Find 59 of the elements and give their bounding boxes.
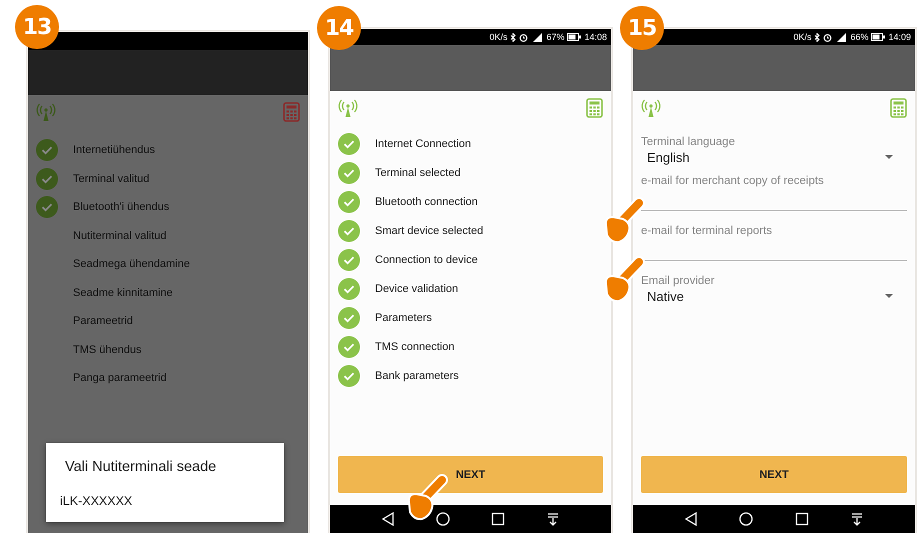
step-label: Seadme kinnitamine [73,286,173,299]
network-speed: 0K/s [489,32,508,42]
step-label: TMS ühendus [73,344,142,356]
recent-apps-icon[interactable] [794,512,809,526]
signal-icon [531,32,544,42]
battery-percentage: 66% [850,32,868,42]
home-icon[interactable] [739,512,754,526]
step-label: Device validation [375,282,458,294]
step-number-badge: 13 [15,5,59,49]
clock-time: 14:09 [888,32,911,42]
step-label: Internetiühendus [73,144,155,156]
battery-icon [871,33,886,41]
next-button[interactable]: NEXT [338,456,603,493]
antenna-icon [641,98,661,118]
dropdown-arrow-icon [885,294,893,298]
next-button[interactable]: NEXT [641,456,907,493]
home-icon[interactable] [436,512,450,526]
bluetooth-icon [510,32,516,42]
dialog-title: Vali Nutiterminali seade [65,459,218,475]
step-label: Connection to device [375,254,478,266]
step-label: Bluetooth connection [375,196,478,208]
step-label: Parameters [375,312,432,324]
step-label: Smart device selected [375,224,484,236]
back-icon[interactable] [684,512,698,526]
back-icon[interactable] [380,512,395,526]
signal-icon [835,32,848,42]
field-label: e-mail for merchant copy of receipts [641,175,825,187]
dropdown-arrow-icon [885,155,893,159]
alarm-icon [823,32,832,42]
field-label: Email provider [641,275,716,287]
battery-percentage: 67% [546,32,564,42]
battery-icon [567,33,582,41]
step-label: Bluetooth'i ühendus [73,201,170,214]
field-label: e-mail for terminal reports [641,225,774,237]
dropdown-field[interactable]: Native [641,287,907,305]
step-label: Bank parameters [375,370,459,382]
device-option[interactable]: iLK-XXXXXX [60,494,132,508]
step-label: TMS connection [375,340,454,352]
arrow-down-icon[interactable] [850,512,864,526]
step-number-badge: 15 [620,6,664,50]
recent-apps-icon[interactable] [491,512,506,526]
step-label: Nutiterminal valitud [73,230,167,242]
arrow-down-icon[interactable] [546,512,560,526]
dropdown-field[interactable]: English [641,148,907,166]
field-label: Terminal language [641,136,736,148]
bluetooth-icon [814,32,820,42]
step-label: Parameetrid [73,315,133,328]
step-label: Terminal valitud [73,172,150,185]
antenna-icon [338,98,358,118]
step-number-badge: 14 [317,6,361,50]
step-label: Panga parameetrid [73,372,167,384]
step-label: Terminal selected [375,166,461,178]
clock-time: 14:08 [584,32,607,42]
step-label: Internet Connection [375,138,472,150]
step-label: Seadmega ühendamine [73,258,190,270]
alarm-icon [519,32,528,42]
pointing-hand-icon [408,474,448,520]
network-speed: 0K/s [793,32,812,42]
antenna-icon [36,102,56,122]
